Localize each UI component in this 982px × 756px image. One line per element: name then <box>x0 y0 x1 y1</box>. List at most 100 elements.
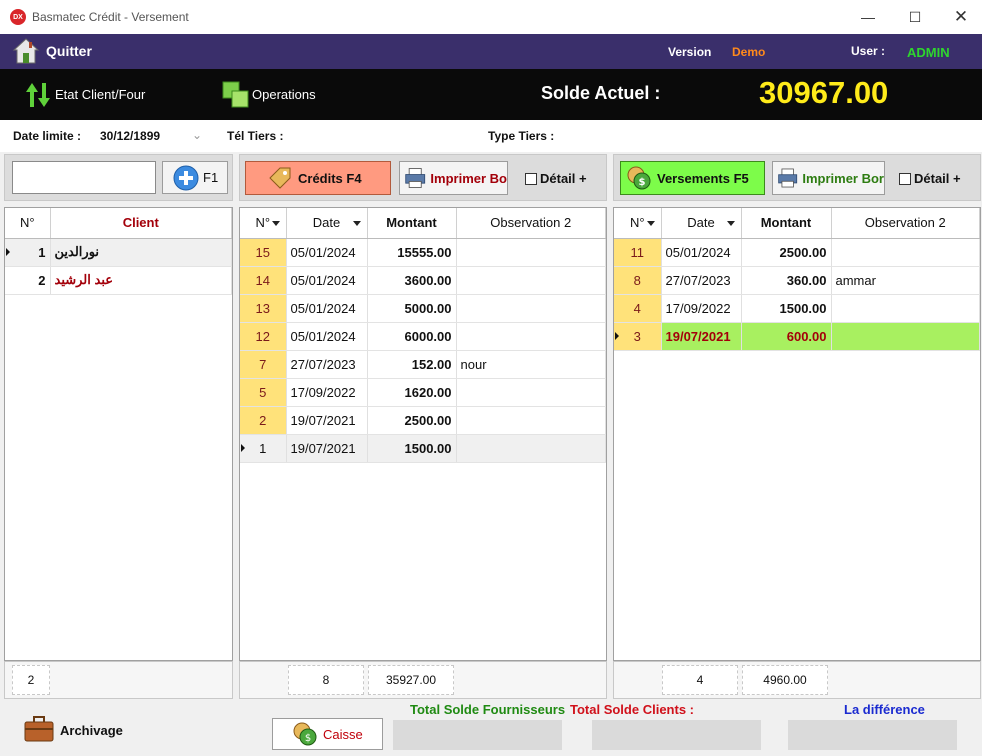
client-name: عبد الرشيد <box>50 266 232 295</box>
column-header-observation[interactable]: Observation 2 <box>831 208 980 239</box>
column-header-client[interactable]: Client <box>50 208 232 239</box>
printer-icon <box>405 168 426 188</box>
info-bar: Date limite : 30/12/1899 ⌄ Tél Tiers : T… <box>0 120 982 152</box>
credits-detail-label: Détail + <box>540 171 587 186</box>
current-row-indicator <box>6 248 10 256</box>
clients-toolbar: F1 <box>4 154 233 201</box>
caisse-button[interactable]: $ Caisse <box>272 718 383 750</box>
table-row[interactable]: 2 عبد الرشيد <box>5 266 232 295</box>
title-bar: DX Basmatec Crédit - Versement — ☐ ✕ <box>0 0 982 34</box>
credits-button[interactable]: Crédits F4 <box>245 161 391 195</box>
operations-icon[interactable] <box>222 81 250 109</box>
coins-icon: $ <box>627 166 651 190</box>
maximize-button[interactable]: ☐ <box>892 0 938 34</box>
checkbox-box[interactable] <box>899 172 911 185</box>
print-credit-button[interactable]: Imprimer Bo <box>399 161 508 195</box>
column-header-n[interactable]: N° <box>5 208 51 239</box>
client-number: 1 <box>5 238 51 267</box>
table-row[interactable]: 14 05/01/2024 3600.00 <box>240 266 606 295</box>
credits-count: 8 <box>288 665 364 695</box>
add-client-button[interactable]: F1 <box>162 161 228 194</box>
table-row[interactable]: 1 19/07/2021 1500.00 <box>240 434 606 463</box>
checkbox-box[interactable] <box>525 172 537 185</box>
table-row[interactable]: 8 27/07/2023 360.00 ammar <box>614 266 980 295</box>
top-bar: Quitter Version Demo User : ADMIN <box>0 34 982 69</box>
solde-label: Solde Actuel : <box>541 83 661 103</box>
tel-tiers-label: Tél Tiers : <box>227 129 284 143</box>
difference-label: La différence <box>844 702 925 717</box>
current-row-indicator <box>615 332 619 340</box>
client-number: 2 <box>5 266 51 295</box>
briefcase-icon[interactable] <box>24 715 54 743</box>
column-header-observation[interactable]: Observation 2 <box>456 208 606 239</box>
print-versement-button[interactable]: Imprimer Bor <box>772 161 885 195</box>
plus-icon <box>173 165 199 190</box>
user-label: User : <box>851 44 886 58</box>
svg-text:$: $ <box>305 733 311 744</box>
up-down-arrows-icon[interactable] <box>24 81 52 109</box>
archivage-button[interactable]: Archivage <box>60 723 123 738</box>
client-search-input[interactable] <box>12 161 156 194</box>
tag-icon <box>269 167 291 189</box>
window-title: Basmatec Crédit - Versement <box>32 10 189 24</box>
app-icon: DX <box>10 9 26 25</box>
total-fournisseurs-value <box>393 720 562 750</box>
versements-detail-checkbox[interactable]: Détail + <box>899 171 961 186</box>
printer-icon <box>778 168 798 188</box>
clients-footer: 2 <box>4 661 233 699</box>
version-label: Version <box>668 45 712 59</box>
column-header-date[interactable]: Date <box>286 208 368 239</box>
solde-value: 30967.00 <box>759 75 889 110</box>
close-button[interactable]: ✕ <box>938 0 982 34</box>
column-header-montant[interactable]: Montant <box>741 208 832 239</box>
total-clients-label: Total Solde Clients : <box>570 702 694 717</box>
clients-grid: N° Client 1 نورالدين 2 عبد الرشيد <box>4 207 233 661</box>
quit-button[interactable]: Quitter <box>46 43 92 59</box>
column-header-n[interactable]: N° <box>240 208 287 239</box>
column-header-n[interactable]: N° <box>614 208 662 239</box>
version-value: Demo <box>732 45 766 59</box>
total-fournisseurs-label: Total Solde Fournisseurs <box>410 702 566 717</box>
credits-button-label: Crédits F4 <box>298 170 362 186</box>
total-clients-value <box>592 720 761 750</box>
table-row[interactable]: 13 05/01/2024 5000.00 <box>240 294 606 323</box>
operations-button[interactable]: Operations <box>252 87 316 102</box>
versements-detail-label: Détail + <box>914 171 961 186</box>
table-row[interactable]: 12 05/01/2024 6000.00 <box>240 322 606 351</box>
credits-total: 35927.00 <box>368 665 454 695</box>
minimize-button[interactable]: — <box>845 0 891 34</box>
credits-detail-checkbox[interactable]: Détail + <box>525 171 587 186</box>
sort-arrow-icon <box>352 221 361 226</box>
versements-button[interactable]: $ Versements F5 <box>620 161 765 195</box>
difference-value <box>788 720 957 750</box>
caisse-label: Caisse <box>323 726 363 742</box>
current-row-indicator <box>241 444 245 452</box>
table-row[interactable]: 7 27/07/2023 152.00 nour <box>240 350 606 379</box>
table-row[interactable]: 15 05/01/2024 15555.00 <box>240 238 606 267</box>
versements-total: 4960.00 <box>742 665 828 695</box>
user-value: ADMIN <box>907 45 950 60</box>
type-tiers-label: Type Tiers : <box>488 129 555 143</box>
date-limite-label: Date limite : <box>13 129 82 143</box>
table-row[interactable]: 4 17/09/2022 1500.00 <box>614 294 980 323</box>
print-versement-label: Imprimer Bor <box>802 170 884 186</box>
print-credit-label: Imprimer Bo <box>430 170 507 186</box>
sort-arrow-icon <box>271 221 280 226</box>
table-row[interactable]: 2 19/07/2021 2500.00 <box>240 406 606 435</box>
credits-footer: 8 35927.00 <box>239 661 607 699</box>
table-row-selected[interactable]: 3 19/07/2021 600.00 <box>614 322 980 351</box>
column-header-date[interactable]: Date <box>661 208 742 239</box>
table-row[interactable]: 11 05/01/2024 2500.00 <box>614 238 980 267</box>
column-header-montant[interactable]: Montant <box>367 208 457 239</box>
toolbar: Etat Client/Four Operations Solde Actuel… <box>0 69 982 120</box>
credits-grid: N° Date Montant Observation 2 15 05/01/20… <box>239 207 607 661</box>
date-limite-value[interactable]: 30/12/1899 <box>100 129 160 143</box>
clients-count: 2 <box>12 665 50 695</box>
versements-toolbar: $ Versements F5 Imprimer Bor Détail + <box>613 154 981 201</box>
etat-client-four-button[interactable]: Etat Client/Four <box>55 87 145 102</box>
chevron-down-icon[interactable]: ⌄ <box>192 128 202 142</box>
table-row[interactable]: 1 نورالدين <box>5 238 232 267</box>
table-row[interactable]: 5 17/09/2022 1620.00 <box>240 378 606 407</box>
sort-arrow-icon <box>726 221 735 226</box>
home-icon[interactable] <box>12 37 40 65</box>
